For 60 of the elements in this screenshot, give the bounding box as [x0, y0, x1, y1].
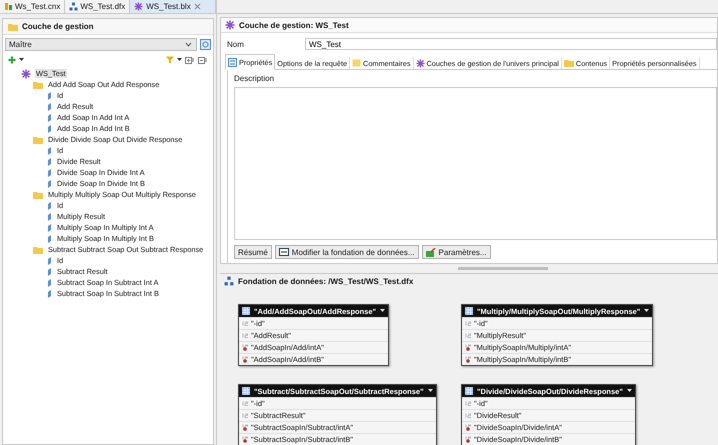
star-burst-icon — [416, 58, 424, 68]
numeric-key-icon — [242, 356, 249, 363]
numeric-icon — [465, 401, 472, 406]
folder-icon — [33, 136, 43, 144]
numeric-icon — [465, 321, 472, 326]
connection-icon — [4, 2, 13, 11]
numeric-key-icon — [465, 436, 472, 443]
star-burst-icon — [225, 20, 235, 30]
sash-handle[interactable] — [458, 267, 548, 270]
expand-all-icon[interactable] — [185, 56, 195, 64]
collapse-all-icon[interactable] — [198, 56, 208, 64]
table-icon — [465, 307, 473, 315]
version-dropdown[interactable]: Maître — [5, 38, 197, 51]
name-label: Nom — [227, 40, 245, 48]
numeric-key-icon — [242, 424, 249, 431]
properties-icon — [228, 58, 237, 66]
network-icon — [69, 2, 78, 11]
summary-button[interactable]: Résumé — [234, 245, 272, 259]
folder-icon — [33, 246, 43, 254]
numeric-icon — [465, 333, 472, 338]
numeric-icon — [242, 333, 249, 338]
chevron-down-icon — [185, 42, 192, 47]
folder-icon — [564, 59, 574, 67]
table-icon — [242, 387, 250, 395]
numeric-icon — [242, 413, 249, 418]
caret-icon[interactable] — [177, 58, 182, 62]
editor-title: Couche de gestion: WS_Test — [239, 20, 349, 30]
folder-icon — [8, 22, 18, 30]
panel-title: Couche de gestion — [22, 22, 94, 31]
numeric-key-icon — [242, 436, 249, 443]
numeric-icon — [242, 321, 249, 326]
name-field[interactable]: WS_Test — [305, 38, 717, 50]
star-burst-icon — [134, 2, 144, 11]
description-field[interactable] — [234, 87, 717, 240]
numeric-key-icon — [465, 356, 472, 363]
numeric-key-icon — [242, 344, 249, 351]
numeric-icon — [465, 413, 472, 418]
description-label: Description — [234, 74, 276, 85]
panel-title: Fondation de données: /WS_Test/WS_Test.dfx — [238, 276, 414, 286]
star-burst-icon — [21, 68, 31, 78]
caret-icon[interactable] — [380, 309, 386, 313]
numeric-key-icon — [465, 344, 472, 351]
folder-icon — [33, 190, 43, 198]
editor-tab[interactable]: WS_Test.blx — [130, 0, 216, 13]
numeric-icon — [242, 401, 249, 406]
table-icon — [278, 248, 289, 256]
close-icon[interactable] — [194, 3, 201, 10]
edit-foundation-button[interactable]: Modifier la fondation de données... — [274, 245, 419, 259]
caret-icon[interactable] — [428, 389, 433, 393]
caret-icon[interactable] — [626, 389, 632, 393]
caret-icon[interactable] — [19, 58, 24, 62]
caret-icon[interactable] — [644, 309, 650, 313]
note-icon — [352, 59, 362, 67]
table-icon — [242, 307, 250, 315]
table-icon — [465, 387, 473, 395]
add-icon[interactable] — [8, 56, 16, 64]
numeric-key-icon — [465, 424, 472, 431]
parameters-button[interactable]: Paramètres... — [422, 245, 491, 259]
network-icon — [224, 276, 234, 286]
folder-icon — [33, 80, 43, 88]
